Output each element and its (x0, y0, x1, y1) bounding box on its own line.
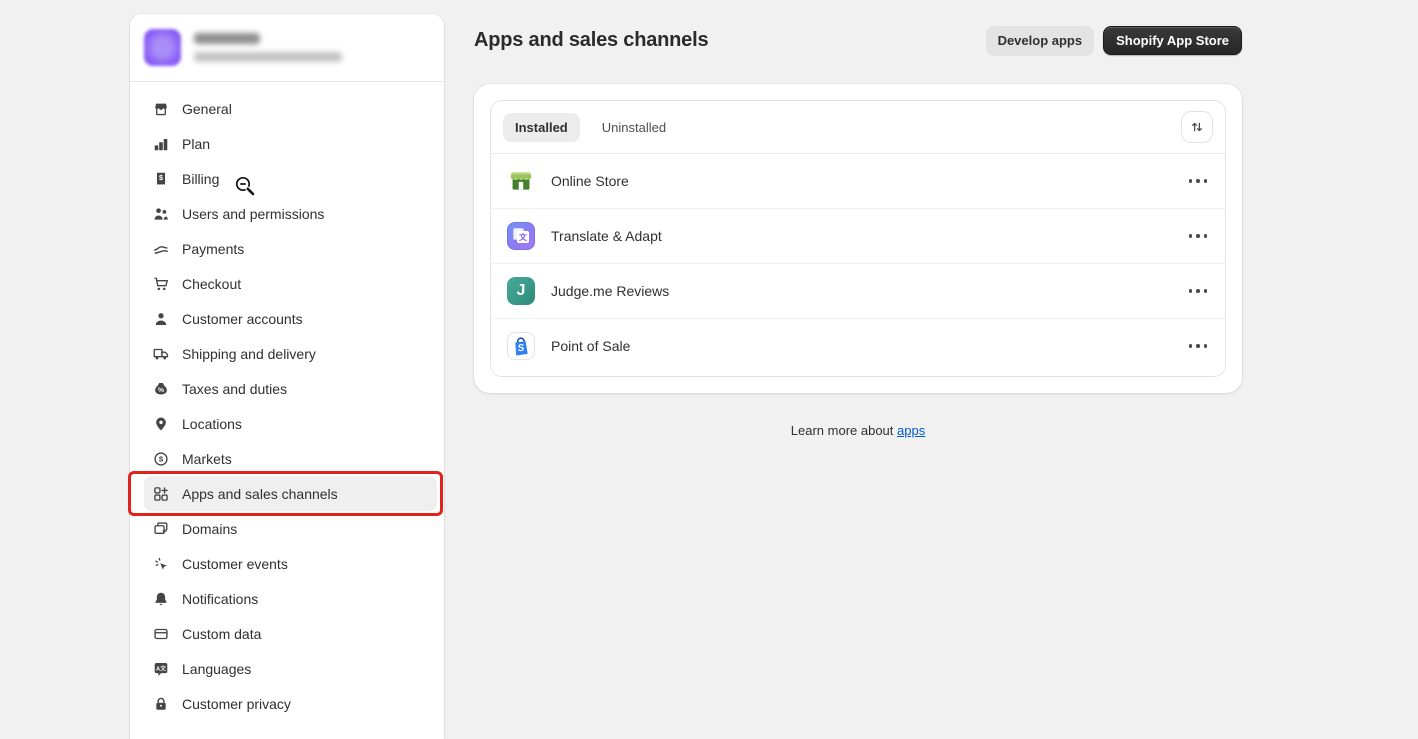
sidebar-item-label: Billing (182, 171, 219, 187)
store-header (130, 14, 444, 82)
customer-account-icon (152, 310, 170, 328)
store-avatar (144, 29, 181, 66)
app-name: Translate & Adapt (551, 228, 662, 244)
checkout-icon (152, 275, 170, 293)
apps-grid-plus-icon (152, 485, 170, 503)
sidebar-item-apps-sales-channels[interactable]: Apps and sales channels (144, 476, 437, 511)
sidebar-item-label: Markets (182, 451, 232, 467)
payments-icon (152, 240, 170, 258)
domains-icon (152, 520, 170, 538)
tax-bag-icon: % (152, 380, 170, 398)
page-title: Apps and sales channels (474, 29, 708, 52)
users-icon (152, 205, 170, 223)
sidebar-item-label: Custom data (182, 626, 261, 642)
store-name-redacted (194, 33, 260, 44)
sidebar-item-general[interactable]: General (144, 91, 437, 126)
sidebar-item-locations[interactable]: Locations (144, 406, 437, 441)
zoom-out-cursor-icon (233, 174, 260, 201)
sort-button[interactable] (1181, 111, 1213, 143)
sort-arrows-icon (1189, 119, 1205, 135)
row-menu-button[interactable] (1187, 175, 1210, 187)
sidebar-item-label: Domains (182, 521, 237, 537)
develop-apps-button[interactable]: Develop apps (986, 26, 1095, 56)
app-row-translate-adapt[interactable]: 文 Translate & Adapt (491, 208, 1225, 263)
sidebar-item-label: Customer events (182, 556, 288, 572)
svg-text:%: % (158, 387, 164, 394)
sidebar-item-label: Customer accounts (182, 311, 303, 327)
sidebar-item-notifications[interactable]: Notifications (144, 581, 437, 616)
translate-adapt-icon: 文 (507, 222, 535, 250)
sidebar-item-label: Shipping and delivery (182, 346, 316, 362)
row-menu-button[interactable] (1187, 230, 1210, 242)
sidebar-item-custom-data[interactable]: Custom data (144, 616, 437, 651)
sidebar-item-label: Users and permissions (182, 206, 324, 222)
sidebar-item-shipping-delivery[interactable]: Shipping and delivery (144, 336, 437, 371)
svg-text:A文: A文 (156, 664, 166, 672)
bell-icon (152, 590, 170, 608)
svg-text:$: $ (159, 173, 163, 182)
lock-icon (152, 695, 170, 713)
store-domain-redacted (194, 52, 342, 62)
app-row-judgeme-reviews[interactable]: J Judge.me Reviews (491, 263, 1225, 318)
svg-text:$: $ (159, 454, 164, 463)
app-row-online-store[interactable]: Online Store (491, 154, 1225, 208)
translate-bubble-icon: A文 (152, 660, 170, 678)
tab-installed[interactable]: Installed (503, 113, 580, 142)
main-content: Apps and sales channels Develop apps Sho… (474, 0, 1242, 438)
app-row-point-of-sale[interactable]: S Point of Sale (491, 318, 1225, 376)
apps-tabs-row: Installed Uninstalled (491, 101, 1225, 154)
apps-link[interactable]: apps (897, 423, 925, 438)
sidebar-item-label: Taxes and duties (182, 381, 287, 397)
apps-list-panel: Installed Uninstalled (490, 100, 1226, 377)
data-box-icon (152, 625, 170, 643)
plan-icon (152, 135, 170, 153)
tab-uninstalled[interactable]: Uninstalled (590, 113, 678, 142)
app-name: Online Store (551, 173, 629, 189)
sidebar-item-billing[interactable]: $ Billing (144, 161, 437, 196)
sidebar-item-languages[interactable]: A文 Languages (144, 651, 437, 686)
app-name: Point of Sale (551, 338, 630, 354)
sidebar-item-label: Apps and sales channels (182, 486, 338, 502)
sidebar-item-label: Plan (182, 136, 210, 152)
billing-icon: $ (152, 170, 170, 188)
app-name: Judge.me Reviews (551, 283, 669, 299)
sidebar-item-label: Locations (182, 416, 242, 432)
sidebar-item-domains[interactable]: Domains (144, 511, 437, 546)
learn-more-text: Learn more about (791, 423, 897, 438)
store-icon (152, 100, 170, 118)
sidebar-item-plan[interactable]: Plan (144, 126, 437, 161)
judgeme-icon: J (507, 277, 535, 305)
apps-card: Installed Uninstalled (474, 84, 1242, 393)
sidebar-item-payments[interactable]: Payments (144, 231, 437, 266)
settings-sidebar: General Plan $ Billing Users and permiss… (130, 14, 444, 739)
truck-icon (152, 345, 170, 363)
globe-dollar-icon: $ (152, 450, 170, 468)
shopify-app-store-button[interactable]: Shopify App Store (1103, 26, 1242, 56)
sidebar-item-customer-privacy[interactable]: Customer privacy (144, 686, 437, 721)
sidebar-item-label: Checkout (182, 276, 241, 292)
point-of-sale-icon: S (507, 332, 535, 360)
online-store-icon (507, 167, 535, 195)
sidebar-item-customer-accounts[interactable]: Customer accounts (144, 301, 437, 336)
page-header: Apps and sales channels Develop apps Sho… (474, 25, 1242, 56)
row-menu-button[interactable] (1187, 285, 1210, 297)
sidebar-item-checkout[interactable]: Checkout (144, 266, 437, 301)
learn-more-footer: Learn more about apps (474, 423, 1242, 438)
sidebar-item-label: Payments (182, 241, 244, 257)
sidebar-item-markets[interactable]: $ Markets (144, 441, 437, 476)
sidebar-item-label: Customer privacy (182, 696, 291, 712)
sidebar-item-taxes-duties[interactable]: % Taxes and duties (144, 371, 437, 406)
row-menu-button[interactable] (1187, 340, 1210, 352)
sidebar-item-label: Notifications (182, 591, 258, 607)
sidebar-item-customer-events[interactable]: Customer events (144, 546, 437, 581)
cursor-sparkle-icon (152, 555, 170, 573)
sidebar-item-label: General (182, 101, 232, 117)
sidebar-item-users-permissions[interactable]: Users and permissions (144, 196, 437, 231)
settings-nav: General Plan $ Billing Users and permiss… (130, 82, 444, 721)
sidebar-item-label: Languages (182, 661, 251, 677)
map-pin-icon (152, 415, 170, 433)
